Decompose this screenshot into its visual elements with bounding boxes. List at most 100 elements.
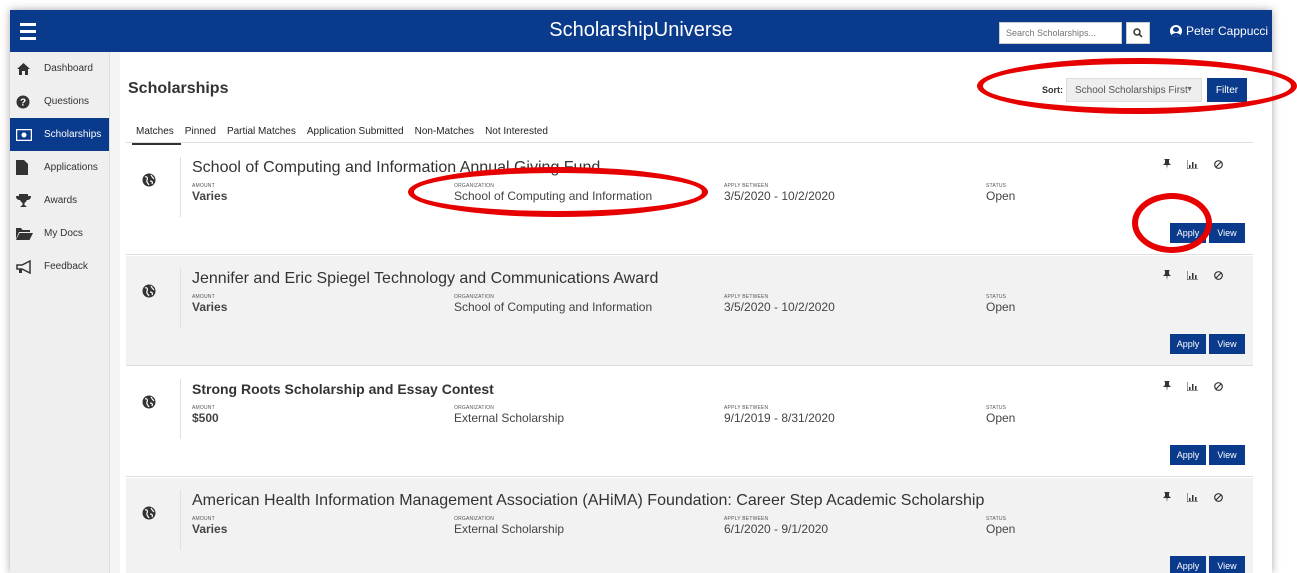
status-field: STATUS Open	[986, 183, 1015, 203]
sidebar-item-dashboard[interactable]: Dashboard	[10, 52, 109, 85]
view-button[interactable]: View	[1209, 556, 1245, 573]
organization-field: ORGANIZATION External Scholarship	[454, 516, 564, 536]
amount-field: AMOUNT Varies	[192, 183, 227, 203]
chart-icon[interactable]	[1187, 159, 1198, 169]
sidebar-item-label: Awards	[44, 195, 78, 206]
user-name: Peter Cappucci	[1186, 24, 1269, 38]
amount-value: Varies	[192, 189, 228, 203]
question-icon: ?	[16, 95, 38, 109]
pin-icon[interactable]	[1163, 270, 1171, 280]
bullhorn-icon	[16, 259, 38, 274]
home-icon	[16, 62, 38, 76]
apply-between-value: 9/1/2019 - 8/31/2020	[724, 411, 835, 425]
amount-value: $500	[192, 411, 219, 425]
amount-field: AMOUNT Varies	[192, 294, 227, 314]
view-button[interactable]: View	[1209, 334, 1245, 354]
sort-label: Sort:	[1042, 85, 1063, 95]
app-window: ScholarshipUniverse Peter Cappucci Dashb…	[10, 10, 1272, 573]
card-divider	[180, 490, 181, 550]
sidebar-item-label: Feedback	[44, 261, 88, 272]
sort-value: School Scholarships First	[1075, 85, 1188, 96]
chart-icon[interactable]	[1187, 270, 1198, 280]
sidebar-item-label: Questions	[44, 96, 90, 107]
sidebar-item-scholarships[interactable]: Scholarships	[10, 118, 109, 151]
sidebar: Dashboard ? Questions Scholarships Appli…	[10, 52, 110, 573]
card-actions	[1163, 381, 1223, 391]
chart-icon[interactable]	[1187, 381, 1198, 391]
main-content: Scholarships Sort: School Scholarships F…	[120, 52, 1272, 573]
scholarship-title[interactable]: Strong Roots Scholarship and Essay Conte…	[192, 381, 494, 397]
organization-value: External Scholarship	[454, 522, 565, 536]
organization-value: School of Computing and Information	[454, 189, 653, 203]
apply-button[interactable]: Apply	[1170, 445, 1206, 465]
not-interested-icon[interactable]	[1214, 159, 1223, 169]
scholarship-card: American Health Information Management A…	[126, 478, 1253, 573]
apply-between-value: 3/5/2020 - 10/2/2020	[724, 300, 835, 314]
sidebar-item-questions[interactable]: ? Questions	[10, 85, 109, 118]
status-field: STATUS Open	[986, 516, 1015, 536]
filter-button[interactable]: Filter	[1207, 78, 1247, 102]
apply-between-value: 6/1/2020 - 9/1/2020	[724, 522, 829, 536]
trophy-icon	[16, 193, 38, 208]
not-interested-icon[interactable]	[1214, 270, 1223, 280]
organization-value: External Scholarship	[454, 411, 565, 425]
card-divider	[180, 379, 181, 439]
globe-icon	[142, 284, 156, 298]
sidebar-item-feedback[interactable]: Feedback	[10, 250, 109, 283]
organization-field: ORGANIZATION School of Computing and Info…	[454, 183, 652, 203]
card-actions	[1163, 492, 1223, 502]
status-field: STATUS Open	[986, 405, 1015, 425]
pin-icon[interactable]	[1163, 381, 1171, 391]
apply-between-field: APPLY BETWEEN 3/5/2020 - 10/2/2020	[724, 294, 835, 314]
tabs-divider	[126, 142, 1253, 143]
pin-icon[interactable]	[1163, 159, 1171, 169]
amount-field: AMOUNT Varies	[192, 516, 227, 536]
not-interested-icon[interactable]	[1214, 492, 1223, 502]
top-navbar: ScholarshipUniverse Peter Cappucci	[10, 10, 1272, 52]
globe-icon	[142, 395, 156, 409]
sidebar-item-awards[interactable]: Awards	[10, 184, 109, 217]
search-icon	[1133, 28, 1143, 38]
card-actions	[1163, 270, 1223, 280]
status-value: Open	[986, 300, 1016, 314]
scholarship-title[interactable]: School of Computing and Information Annu…	[192, 159, 600, 177]
sidebar-item-applications[interactable]: Applications	[10, 151, 109, 184]
scholarship-title[interactable]: American Health Information Management A…	[192, 492, 984, 510]
chart-icon[interactable]	[1187, 492, 1198, 502]
caret-down-icon: ▼	[1186, 86, 1193, 93]
sidebar-item-label: Scholarships	[44, 129, 102, 140]
view-button[interactable]: View	[1209, 223, 1245, 243]
page-title: Scholarships	[128, 80, 229, 97]
apply-button[interactable]: Apply	[1170, 223, 1206, 243]
globe-icon	[142, 173, 156, 187]
not-interested-icon[interactable]	[1214, 381, 1223, 391]
status-value: Open	[986, 189, 1016, 203]
search-input[interactable]	[999, 22, 1122, 44]
sidebar-item-label: Dashboard	[44, 63, 93, 74]
amount-field: AMOUNT $500	[192, 405, 219, 425]
card-divider	[180, 157, 181, 217]
sidebar-item-label: My Docs	[44, 228, 83, 239]
sidebar-item-label: Applications	[44, 162, 98, 173]
status-value: Open	[986, 522, 1016, 536]
search-button[interactable]	[1126, 22, 1150, 44]
user-menu[interactable]: Peter Cappucci	[1170, 24, 1268, 38]
scholarship-title[interactable]: Jennifer and Eric Spiegel Technology and…	[192, 270, 658, 288]
apply-button[interactable]: Apply	[1170, 556, 1206, 573]
organization-value: School of Computing and Information	[454, 300, 653, 314]
status-value: Open	[986, 411, 1016, 425]
status-field: STATUS Open	[986, 294, 1015, 314]
apply-button[interactable]: Apply	[1170, 334, 1206, 354]
money-icon	[16, 128, 38, 141]
apply-between-field: APPLY BETWEEN 3/5/2020 - 10/2/2020	[724, 183, 835, 203]
sidebar-item-my-docs[interactable]: My Docs	[10, 217, 109, 250]
pin-icon[interactable]	[1163, 492, 1171, 502]
card-divider	[180, 268, 181, 328]
view-button[interactable]: View	[1209, 445, 1245, 465]
user-icon	[1170, 25, 1182, 37]
sort-select[interactable]: School Scholarships First ▼	[1066, 78, 1202, 102]
apply-between-field: APPLY BETWEEN 6/1/2020 - 9/1/2020	[724, 516, 828, 536]
amount-value: Varies	[192, 522, 228, 536]
apply-between-field: APPLY BETWEEN 9/1/2019 - 8/31/2020	[724, 405, 835, 425]
svg-text:?: ?	[20, 97, 26, 108]
